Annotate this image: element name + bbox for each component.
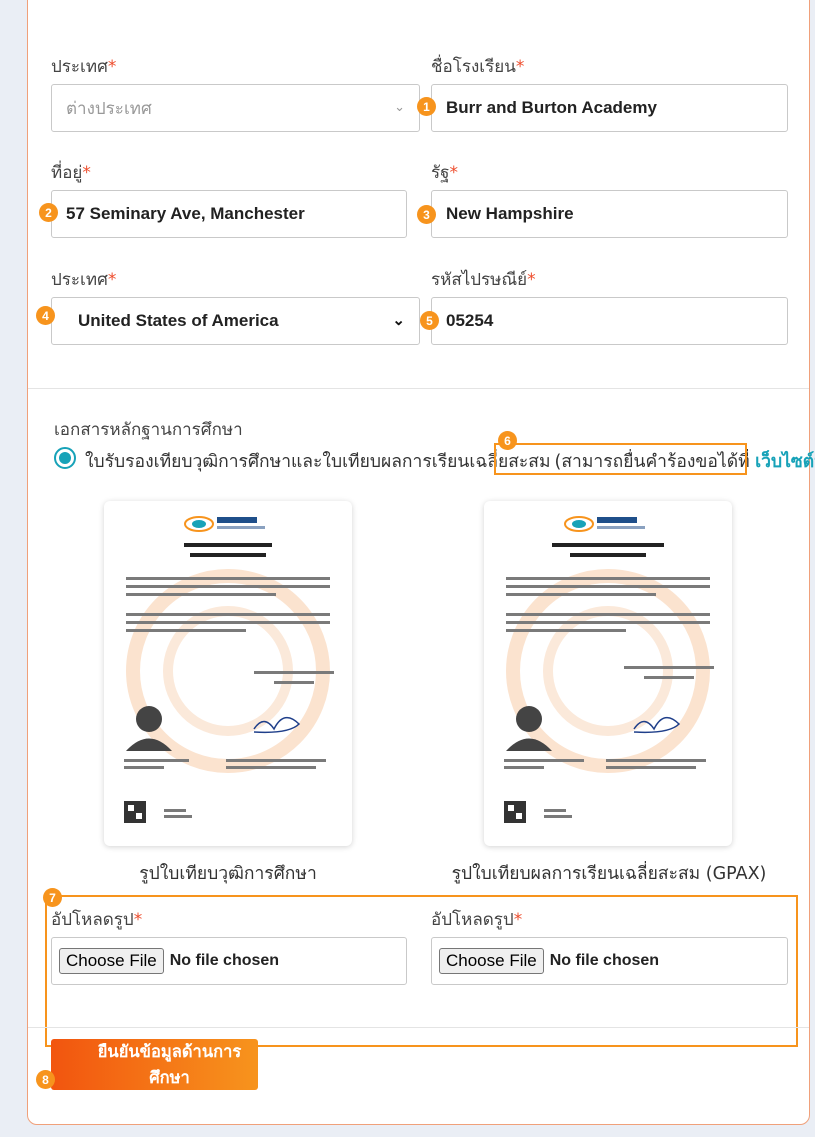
badge-8: 8: [36, 1070, 55, 1089]
address-label: ที่อยู่*: [51, 163, 91, 183]
address-input[interactable]: 57 Seminary Ave, Manchester: [51, 190, 407, 238]
upload1-label: อัปโหลดรูป*: [51, 910, 143, 930]
divider: [28, 388, 809, 389]
highlight-box-apply: [494, 443, 747, 475]
postal-label: รหัสไปรษณีย์*: [431, 270, 536, 290]
choose-file-button[interactable]: Choose File: [59, 948, 164, 974]
badge-5: 5: [420, 311, 439, 330]
school-label: ชื่อโรงเรียน*: [431, 57, 525, 77]
submit-education-button[interactable]: ยืนยันข้อมูลด้านการศึกษา: [51, 1039, 258, 1090]
upload2-label: อัปโหลดรูป*: [431, 910, 523, 930]
certificate-preview: [104, 501, 352, 846]
gpax-caption: รูปใบเทียบผลการเรียนเฉลี่ยสะสม (GPAX): [451, 864, 767, 884]
no-file-text: No file chosen: [169, 952, 280, 969]
country-label: ประเทศ*: [51, 57, 117, 77]
gpax-preview: [484, 501, 732, 846]
no-file-text: No file chosen: [549, 952, 660, 969]
upload2-file-input[interactable]: Choose File No file chosen: [431, 937, 788, 985]
school-input[interactable]: Burr and Burton Academy: [431, 84, 788, 132]
education-form-card: ประเทศ* ต่างประเทศ ⌄ ชื่อโรงเรียน* Burr …: [27, 0, 815, 1125]
badge-3: 3: [417, 205, 436, 224]
documents-option-radio[interactable]: [54, 447, 76, 469]
choose-file-button[interactable]: Choose File: [439, 948, 544, 974]
website-link[interactable]: เว็บไซต์นี้: [755, 452, 815, 472]
badge-2: 2: [39, 203, 58, 222]
state-label: รัฐ*: [431, 163, 459, 183]
badge-6: 6: [498, 431, 517, 450]
chevron-down-icon: ⌄: [394, 100, 405, 115]
divider: [28, 1027, 809, 1028]
certificate-caption: รูปใบเทียบวุฒิการศึกษา: [139, 864, 317, 884]
country2-label: ประเทศ*: [51, 270, 117, 290]
badge-7: 7: [43, 888, 62, 907]
badge-1: 1: [417, 97, 436, 116]
postal-input[interactable]: 05254: [431, 297, 788, 345]
state-input[interactable]: New Hampshire: [431, 190, 788, 238]
upload1-file-input[interactable]: Choose File No file chosen: [51, 937, 407, 985]
chevron-down-icon: ⌄: [392, 312, 405, 329]
badge-4: 4: [36, 306, 55, 325]
country-select[interactable]: United States of America ⌄: [51, 297, 420, 345]
documents-section-title: เอกสารหลักฐานการศึกษา: [54, 420, 243, 440]
country-select-disabled: ต่างประเทศ ⌄: [51, 84, 420, 132]
